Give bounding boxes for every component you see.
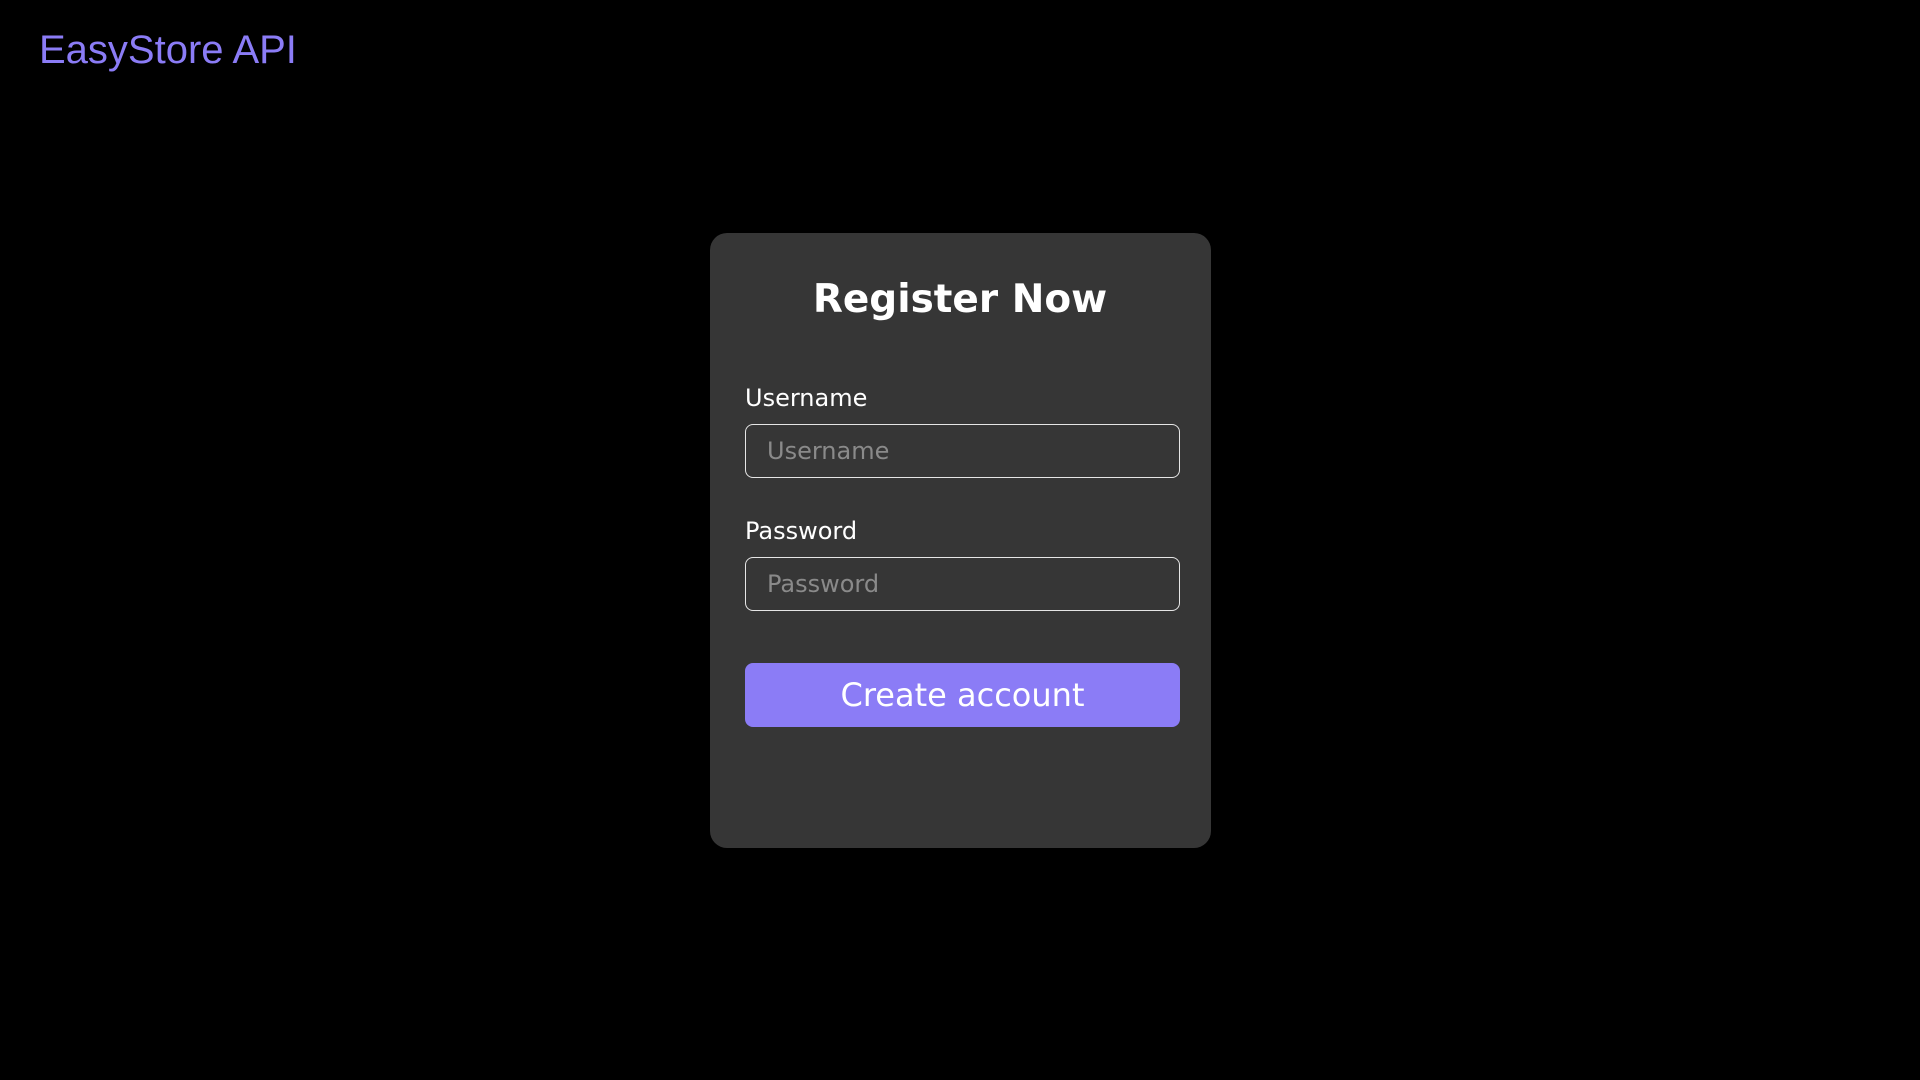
password-label: Password xyxy=(745,517,858,545)
page-title: Register Now xyxy=(812,277,1108,322)
username-input[interactable] xyxy=(745,424,1180,478)
username-label: Username xyxy=(745,384,868,412)
password-input[interactable] xyxy=(745,557,1180,611)
brand-title: EasyStore API xyxy=(39,28,297,72)
create-account-button[interactable]: Create account xyxy=(745,663,1180,727)
